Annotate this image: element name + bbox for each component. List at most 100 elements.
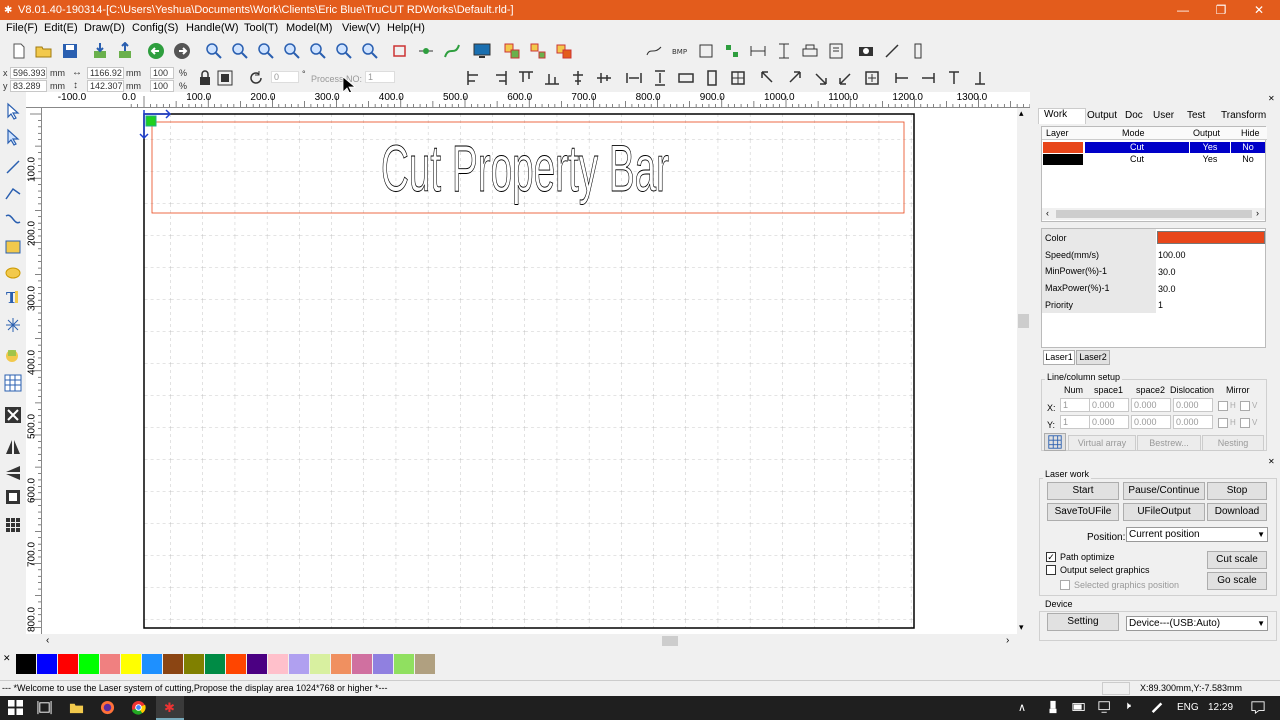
chrome-icon[interactable] — [131, 700, 146, 718]
array-y-space2[interactable]: 0.000 — [1131, 415, 1171, 429]
color-swatch[interactable] — [184, 654, 204, 674]
layer-mode[interactable]: Cut — [1085, 154, 1189, 165]
process-no-field[interactable]: 1 — [365, 71, 395, 83]
mirror-vertical-icon[interactable] — [4, 464, 22, 482]
curve-edit-icon[interactable] — [443, 42, 461, 60]
delete-icon[interactable] — [4, 406, 22, 424]
color-swatch[interactable] — [16, 654, 36, 674]
align-bottom-icon[interactable] — [543, 69, 561, 87]
same-height-icon[interactable] — [703, 69, 721, 87]
array-y-mirror-h[interactable] — [1218, 418, 1228, 428]
polyline-icon[interactable] — [4, 184, 22, 202]
color-swatch[interactable] — [268, 654, 288, 674]
save-to-ufile-button[interactable]: SaveToUFile — [1047, 503, 1119, 521]
align-top-icon[interactable] — [517, 69, 535, 87]
color-swatch[interactable] — [289, 654, 309, 674]
battery-icon[interactable] — [1072, 700, 1086, 717]
scroll-right-icon[interactable]: › — [1006, 635, 1009, 646]
color-swatch[interactable] — [205, 654, 225, 674]
undo-icon[interactable] — [147, 42, 165, 60]
align-vcenter-icon[interactable] — [595, 69, 613, 87]
rotate-icon[interactable] — [247, 69, 265, 87]
array-y-num[interactable]: 1 — [1060, 415, 1090, 429]
vertical-scroll-thumb[interactable] — [1018, 314, 1029, 328]
position-select[interactable]: Current position ▼ — [1126, 527, 1268, 542]
mirror-box-icon[interactable] — [216, 69, 234, 87]
usb-drive-icon[interactable] — [1046, 700, 1060, 717]
menu-model[interactable]: Model(M) — [286, 22, 332, 34]
zoom-in-icon[interactable] — [205, 42, 223, 60]
rectangle-icon[interactable] — [4, 238, 22, 256]
width-field[interactable]: 1166.92 — [87, 67, 124, 79]
scroll-left-icon[interactable]: ‹ — [1046, 208, 1049, 218]
array-y-mirror-v[interactable] — [1240, 418, 1250, 428]
color-swatch[interactable] — [37, 654, 57, 674]
network-icon[interactable] — [1098, 700, 1112, 717]
space-horizontal-icon[interactable] — [625, 69, 643, 87]
align-hcenter-icon[interactable] — [569, 69, 587, 87]
device-select[interactable]: Device---(USB:Auto) ▼ — [1126, 616, 1268, 631]
y-position-field[interactable]: 83.289 — [10, 80, 47, 92]
align-height-icon[interactable] — [775, 42, 793, 60]
volume-muted-icon[interactable]: 🕨 — [1124, 700, 1131, 713]
zoom-window-icon[interactable] — [231, 42, 249, 60]
color-swatch[interactable] — [163, 654, 183, 674]
lock-icon[interactable] — [196, 69, 214, 87]
smooth-curve-icon[interactable] — [645, 42, 663, 60]
work-space-icon[interactable] — [4, 488, 22, 506]
horizontal-scrollbar[interactable]: ‹ › — [42, 634, 1017, 648]
scale-y-field[interactable]: 100 — [150, 80, 174, 92]
select-arrow-icon[interactable] — [4, 102, 22, 120]
pen-workspace-icon[interactable] — [1150, 699, 1164, 716]
height-field[interactable]: 142.307 — [87, 80, 124, 92]
tray-chevron-up-icon[interactable]: ∧ — [1018, 701, 1026, 714]
canvas-text[interactable]: Cut Property Bar — [381, 131, 670, 206]
move-top-edge-icon[interactable] — [945, 69, 963, 87]
ufile-output-button[interactable]: UFileOutput — [1123, 503, 1205, 521]
print-icon[interactable] — [801, 42, 819, 60]
virtual-array-button[interactable]: Virtual array — [1068, 435, 1136, 451]
layer-hide[interactable]: No — [1231, 142, 1265, 153]
close-button[interactable]: ✕ — [1240, 0, 1278, 20]
color-swatch[interactable] — [310, 654, 330, 674]
align-right-icon[interactable] — [491, 69, 509, 87]
tab-work[interactable]: Work — [1044, 109, 1067, 124]
zoom-out-icon[interactable] — [257, 42, 275, 60]
table-row[interactable]: Cut Yes No — [1042, 142, 1267, 153]
camera-icon[interactable] — [857, 42, 875, 60]
array-x-mirror-h[interactable] — [1218, 401, 1228, 411]
layer-mode[interactable]: Cut — [1085, 142, 1189, 153]
task-view-icon[interactable] — [37, 700, 52, 718]
new-file-icon[interactable] — [10, 42, 28, 60]
group-icon[interactable] — [503, 42, 521, 60]
node-select-icon[interactable] — [4, 128, 22, 146]
bestrew-button[interactable]: Bestrew... — [1137, 435, 1201, 451]
menu-file[interactable]: File(F) — [6, 22, 38, 34]
color-swatch[interactable] — [58, 654, 78, 674]
move-bottom-right-icon[interactable] — [811, 69, 829, 87]
maximize-button[interactable]: ❐ — [1202, 0, 1240, 20]
array-y-dislocation[interactable]: 0.000 — [1173, 415, 1213, 429]
align-left-icon[interactable] — [465, 69, 483, 87]
menu-edit[interactable]: Edit(E) — [44, 22, 78, 34]
palette-close-icon[interactable]: ✕ — [3, 653, 11, 664]
clock[interactable]: 12:29 — [1208, 702, 1233, 713]
move-top-right-icon[interactable] — [785, 69, 803, 87]
color-swatch[interactable] — [121, 654, 141, 674]
menu-draw[interactable]: Draw(D) — [84, 22, 125, 34]
go-scale-button[interactable]: Go scale — [1207, 572, 1267, 590]
array-y-space1[interactable]: 0.000 — [1089, 415, 1129, 429]
language-indicator[interactable]: ENG — [1177, 702, 1199, 713]
tab-laser1[interactable]: Laser1 — [1043, 350, 1075, 365]
same-size-icon[interactable] — [729, 69, 747, 87]
color-swatch[interactable] — [352, 654, 372, 674]
prop-maxpower-value[interactable]: 30.0 — [1158, 284, 1176, 294]
array-x-space2[interactable]: 0.000 — [1131, 398, 1171, 412]
download-button[interactable]: Download — [1207, 503, 1267, 521]
rdworks-taskbar-button[interactable]: ✱ — [156, 696, 184, 720]
move-bottom-left-icon[interactable] — [837, 69, 855, 87]
panel-close-icon[interactable]: ✕ — [1268, 94, 1275, 103]
table-row[interactable]: Cut Yes No — [1042, 154, 1267, 165]
scroll-up-icon[interactable]: ▴ — [1019, 108, 1024, 119]
ruler-icon[interactable] — [909, 42, 927, 60]
